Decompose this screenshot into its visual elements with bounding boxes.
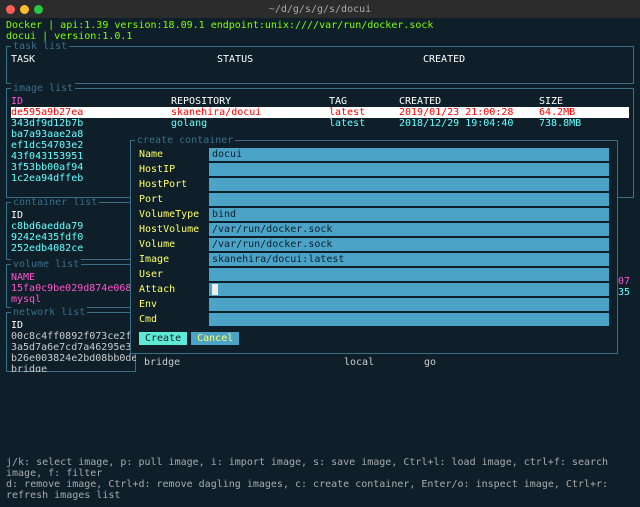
- col-created: CREATED: [399, 96, 539, 107]
- image-row[interactable]: 343df9d12b7bgolanglatest2018/12/29 19:04…: [11, 118, 629, 129]
- field-input[interactable]: bind: [209, 208, 609, 221]
- field-input[interactable]: docui: [209, 148, 609, 161]
- field-input[interactable]: [209, 268, 609, 281]
- field-input[interactable]: [209, 283, 609, 296]
- net-driver: bridge: [144, 357, 344, 368]
- net-extra: go: [424, 357, 436, 368]
- field-label: HostPort: [139, 179, 209, 190]
- field-label: Port: [139, 194, 209, 205]
- field-input[interactable]: /var/run/docker.sock: [209, 223, 609, 236]
- form-row: Port: [139, 193, 609, 206]
- container-row[interactable]: 252edb4082ce: [11, 243, 131, 254]
- field-label: Cmd: [139, 314, 209, 325]
- container-row[interactable]: 9242e435fdf0: [11, 232, 131, 243]
- panel-label: volume list: [11, 259, 81, 270]
- volume-row[interactable]: mysql: [11, 294, 131, 305]
- field-input[interactable]: [209, 163, 609, 176]
- form-row: Attach: [139, 283, 609, 296]
- form-row: HostIP: [139, 163, 609, 176]
- field-label: HostIP: [139, 164, 209, 175]
- create-container-modal: create container NamedocuiHostIPHostPort…: [130, 140, 618, 354]
- col-created: CREATED: [423, 54, 629, 65]
- field-input[interactable]: [209, 298, 609, 311]
- field-input[interactable]: [209, 193, 609, 206]
- form-row: Imageskanehira/docui:latest: [139, 253, 609, 266]
- col-task: TASK: [11, 54, 217, 65]
- container-row[interactable]: c8bd6aedda79: [11, 221, 131, 232]
- panel-label: network list: [11, 307, 87, 318]
- form-row: Namedocui: [139, 148, 609, 161]
- help-line: d: remove image, Ctrl+d: remove dagling …: [6, 479, 634, 501]
- image-row[interactable]: de595a9b27easkanehira/docuilatest2019/01…: [11, 107, 629, 118]
- field-label: Attach: [139, 284, 209, 295]
- col-id: ID: [11, 320, 131, 331]
- field-label: User: [139, 269, 209, 280]
- field-input[interactable]: [209, 178, 609, 191]
- form-row: HostPort: [139, 178, 609, 191]
- field-input[interactable]: skanehira/docui:latest: [209, 253, 609, 266]
- volume-row[interactable]: 15fa0c9be029d874e0687f: [11, 283, 131, 294]
- field-label: Image: [139, 254, 209, 265]
- col-repo: REPOSITORY: [171, 96, 329, 107]
- help-line: j/k: select image, p: pull image, i: imp…: [6, 457, 634, 479]
- network-list-panel: network list ID 00c8c4ff0892f073ce2f543a…: [6, 312, 136, 372]
- docui-header: docui | version:1.0.1: [6, 31, 634, 42]
- form-row: Env: [139, 298, 609, 311]
- form-row: User: [139, 268, 609, 281]
- field-label: Volume: [139, 239, 209, 250]
- app-window: ~/d/g/s/g/s/docui Docker | api:1.39 vers…: [0, 0, 640, 507]
- field-label: VolumeType: [139, 209, 209, 220]
- form-row: VolumeTypebind: [139, 208, 609, 221]
- panel-label: image list: [11, 83, 75, 94]
- window-path: ~/d/g/s/g/s/docui: [0, 4, 640, 15]
- network-row[interactable]: 00c8c4ff0892f073ce2f54: [11, 331, 131, 342]
- panel-label: container list: [11, 198, 99, 208]
- container-list-panel: container list ID c8bd6aedda799242e435fd…: [6, 202, 136, 260]
- titlebar: ~/d/g/s/g/s/docui: [0, 0, 640, 18]
- field-label: Env: [139, 299, 209, 310]
- network-row[interactable]: b26e003824e2bd08bb0de4... bridge: [11, 353, 131, 372]
- form-row: Volume/var/run/docker.sock: [139, 238, 609, 251]
- create-button[interactable]: Create: [139, 332, 187, 345]
- form-row: Cmd: [139, 313, 609, 326]
- network-row[interactable]: 3a5d7a6e7cd7a46295e3a0: [11, 342, 131, 353]
- field-input[interactable]: /var/run/docker.sock: [209, 238, 609, 251]
- col-name: NAME: [11, 272, 131, 283]
- modal-label: create container: [135, 135, 235, 146]
- form-row: HostVolume/var/run/docker.sock: [139, 223, 609, 236]
- panel-label: task list: [11, 41, 69, 52]
- col-id: ID: [11, 96, 171, 107]
- task-list-panel: task list TASK STATUS CREATED: [6, 46, 634, 84]
- cancel-button[interactable]: Cancel: [191, 332, 239, 345]
- field-label: HostVolume: [139, 224, 209, 235]
- col-tag: TAG: [329, 96, 399, 107]
- field-label: Name: [139, 149, 209, 160]
- docker-header: Docker | api:1.39 version:18.09.1 endpoi…: [6, 20, 634, 31]
- volume-list-panel: volume list NAME 15fa0c9be029d874e0687fm…: [6, 264, 136, 308]
- image-row[interactable]: ba7a93aae2a8: [11, 129, 629, 140]
- col-status: STATUS: [217, 54, 423, 65]
- col-id: ID: [11, 210, 131, 221]
- col-size: SIZE: [539, 96, 563, 107]
- net-scope: local: [344, 357, 424, 368]
- field-input[interactable]: [209, 313, 609, 326]
